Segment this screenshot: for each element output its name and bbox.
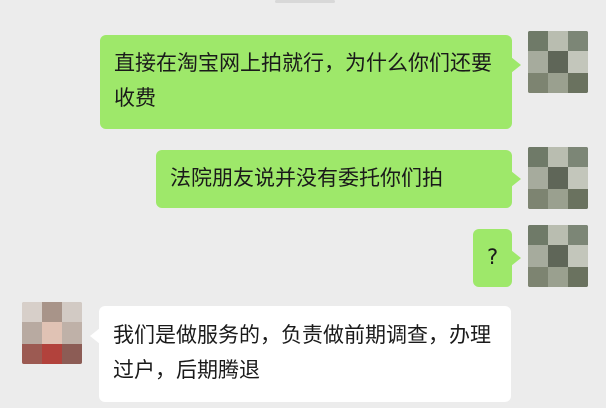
incoming-message-bubble[interactable]: 我们是做服务的，负责做前期调查，办理过户，后期腾退: [90, 306, 511, 402]
message-text: 我们是做服务的，负责做前期调查，办理过户，后期腾退: [113, 323, 491, 382]
outgoing-message-bubble[interactable]: 法院朋友说并没有委托你们拍: [156, 150, 521, 208]
blurred-avatar-icon: [22, 302, 82, 364]
blurred-avatar-icon: [528, 147, 588, 209]
cropped-timestamp-remnant: [275, 0, 335, 3]
bubble-tail: [511, 57, 521, 73]
contact-avatar[interactable]: [22, 302, 82, 364]
bubble-tail: [511, 171, 521, 187]
outgoing-message-bubble[interactable]: ?: [473, 229, 521, 287]
blurred-avatar-icon: [528, 225, 588, 287]
chat-area: 直接在淘宝网上拍就行，为什么你们还要收费 法院朋友说并没有委托你们拍 ? 我们是…: [0, 0, 606, 408]
self-avatar[interactable]: [528, 31, 588, 93]
message-text: 直接在淘宝网上拍就行，为什么你们还要收费: [114, 51, 492, 110]
message-text: ?: [487, 245, 499, 269]
self-avatar[interactable]: [528, 147, 588, 209]
bubble-tail: [511, 250, 521, 266]
message-text: 法院朋友说并没有委托你们拍: [170, 166, 443, 190]
self-avatar[interactable]: [528, 225, 588, 287]
blurred-avatar-icon: [528, 31, 588, 93]
outgoing-message-bubble[interactable]: 直接在淘宝网上拍就行，为什么你们还要收费: [100, 35, 521, 129]
bubble-tail: [90, 328, 100, 344]
